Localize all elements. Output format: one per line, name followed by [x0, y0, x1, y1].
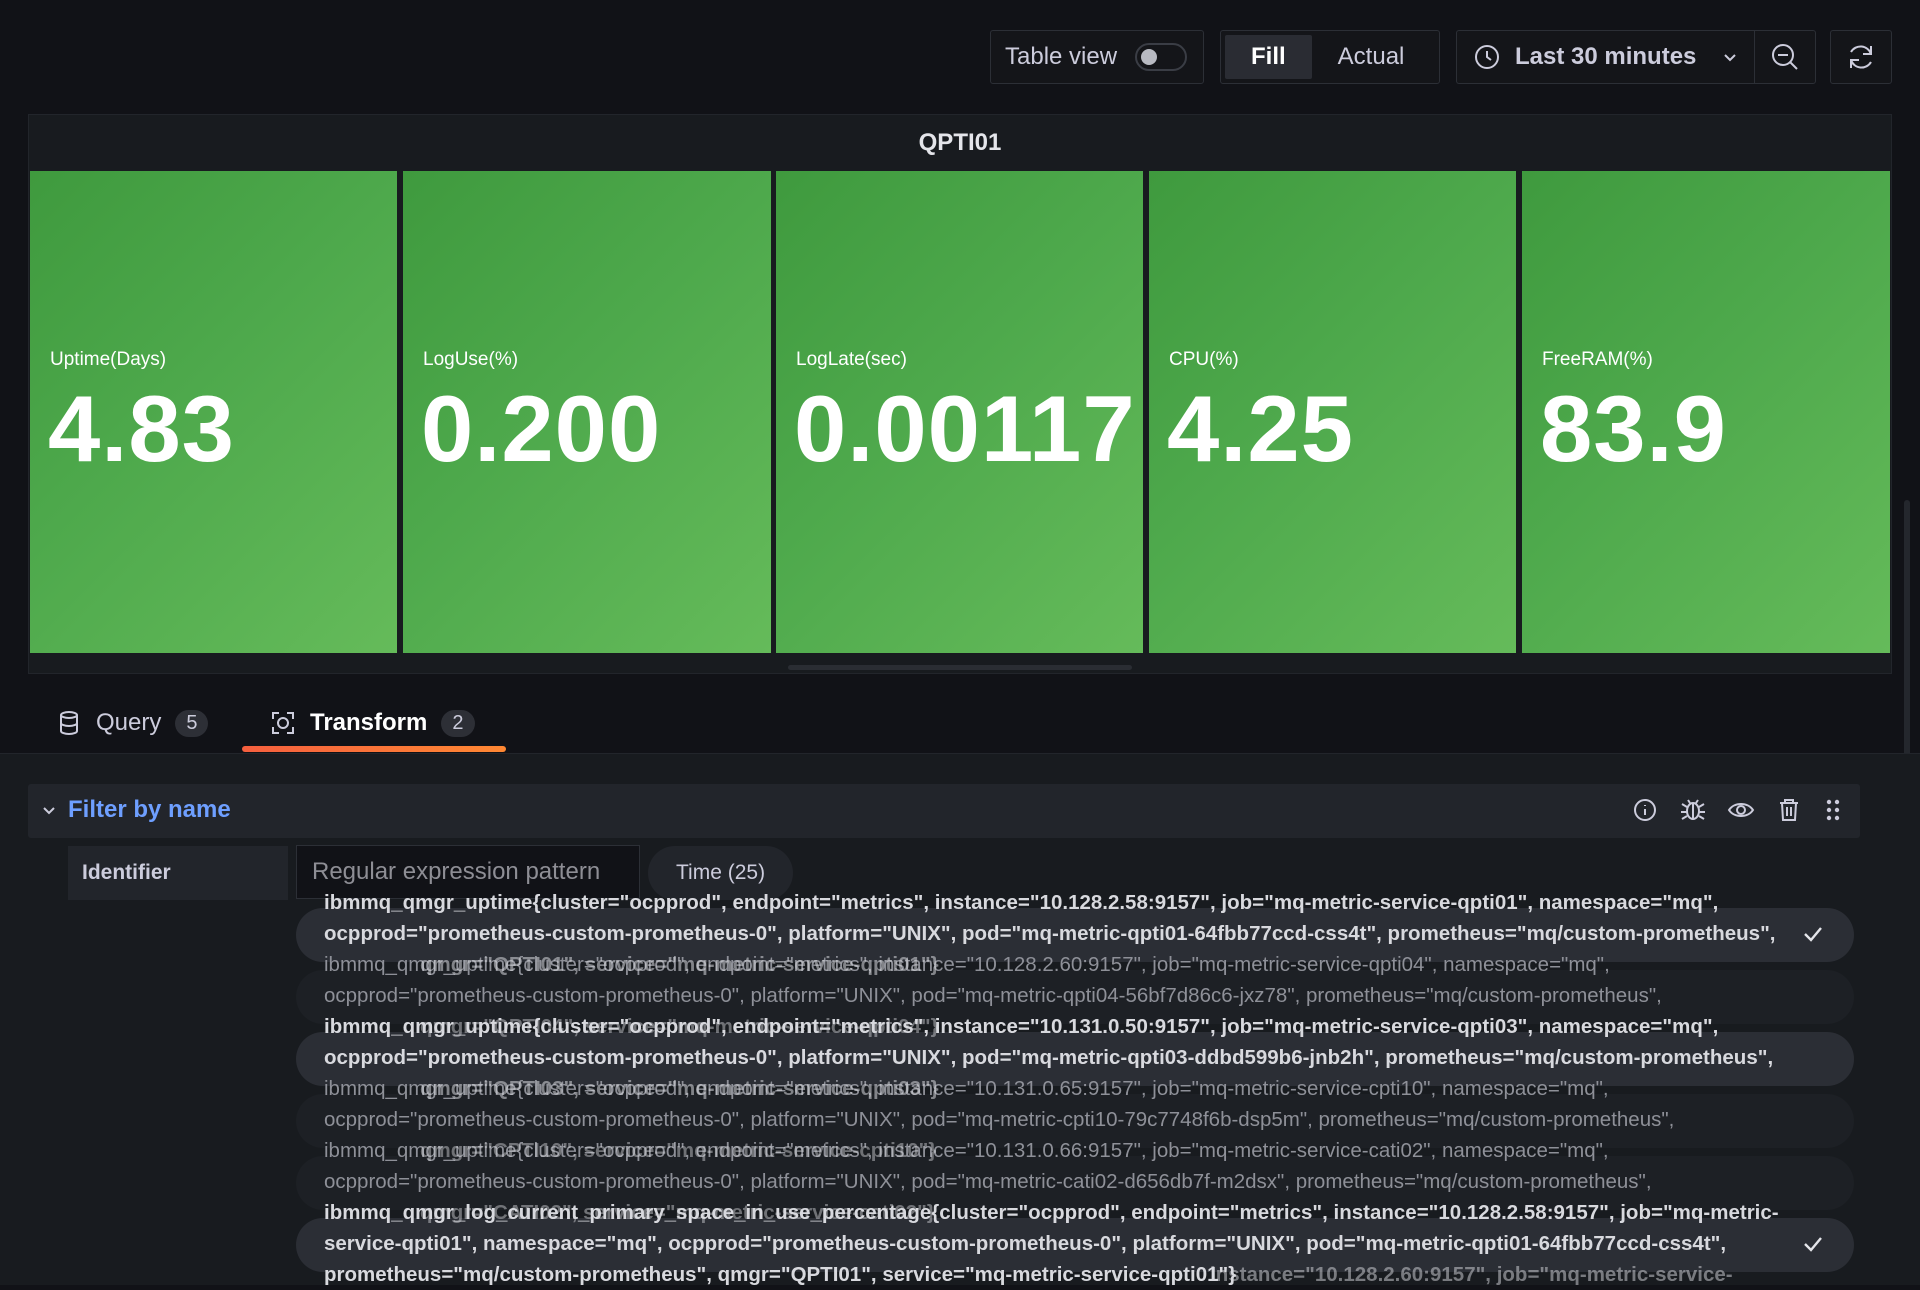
chevron-down-icon	[1724, 54, 1737, 62]
time-range-label: Last 30 minutes	[1515, 43, 1697, 70]
active-tab-indicator	[242, 746, 506, 752]
filter-by-name-title: Filter by name	[68, 796, 231, 823]
fill-button[interactable]: Fill	[1225, 35, 1312, 79]
stat-tile-freeram: FreeRAM(%) 83.9	[1522, 171, 1890, 653]
stat-label: LogLate(sec)	[796, 349, 907, 370]
tab-query[interactable]: Query 5	[58, 700, 209, 746]
tab-transform[interactable]: Transform 2	[270, 700, 475, 746]
field-name-line: service-qpti01", namespace="mq", ocpprod…	[324, 1232, 1727, 1255]
transform-icon	[272, 712, 294, 734]
zoom-out-icon	[1772, 44, 1798, 70]
field-name-overflow: qmgr="QPTI01", service="mq-metric-servic…	[420, 953, 939, 976]
stat-value: 4.83	[48, 376, 235, 481]
panel-resize-handle[interactable]	[788, 665, 1132, 670]
table-view-switch[interactable]	[1135, 43, 1188, 71]
stat-tile-loguse: LogUse(%) 0.200	[403, 171, 771, 653]
stat-value: 4.25	[1167, 376, 1354, 481]
stat-label: FreeRAM(%)	[1542, 349, 1653, 370]
stat-value: 83.9	[1540, 376, 1727, 481]
time-picker[interactable]: Last 30 minutes	[1456, 30, 1756, 84]
field-name-line: ibmmq_qmgr_uptime{cluster="ocpprod", end…	[324, 891, 1719, 914]
field-name-line: ocpprod="prometheus-custom-prometheus-0"…	[324, 1170, 1652, 1193]
stat-value: 0.200	[421, 376, 662, 481]
trash-icon[interactable]	[1774, 795, 1804, 825]
refresh-button[interactable]	[1830, 30, 1892, 84]
info-icon[interactable]	[1630, 795, 1660, 825]
identifier-label: Identifier	[68, 846, 288, 900]
check-icon	[1804, 1237, 1822, 1252]
drag-handle-icon[interactable]	[1818, 795, 1848, 825]
fill-actual-segmented: Fill Actual	[1220, 30, 1440, 84]
field-name-line: ocpprod="prometheus-custom-prometheus-0"…	[324, 1108, 1675, 1131]
field-name-line: ocpprod="prometheus-custom-prometheus-0"…	[324, 984, 1662, 1007]
eye-icon[interactable]	[1726, 795, 1756, 825]
field-name-overflow: qmgr="CATI02", service="mq-metric-servic…	[420, 1201, 935, 1224]
stat-label: CPU(%)	[1169, 349, 1239, 370]
tab-count-badge: 5	[175, 709, 209, 737]
table-view-label: Table view	[1005, 43, 1118, 70]
stat-label: LogUse(%)	[423, 349, 519, 370]
actual-button[interactable]: Actual	[1312, 35, 1431, 79]
bug-icon[interactable]	[1678, 795, 1708, 825]
tab-label: Transform	[310, 709, 428, 736]
database-icon	[60, 711, 78, 735]
check-icon	[1804, 927, 1822, 942]
stat-panel: QPTI01 Uptime(Days) 4.83 LogUse(%) 0.200…	[28, 114, 1892, 674]
tab-label: Query	[96, 709, 162, 736]
field-name-line: ocpprod="prometheus-custom-prometheus-0"…	[324, 922, 1776, 945]
stat-tile-uptime: Uptime(Days) 4.83	[30, 171, 397, 653]
stat-tile-loglate: LogLate(sec) 0.00117	[776, 171, 1143, 653]
table-view-toggle-group[interactable]: Table view	[990, 30, 1204, 84]
field-name-overflow: qmgr="CPTI10", service="mq-metric-servic…	[420, 1139, 937, 1162]
refresh-icon	[1850, 45, 1872, 69]
chevron-down-icon[interactable]	[38, 800, 60, 822]
clock-icon	[1475, 45, 1499, 69]
panel-title: QPTI01	[918, 129, 1002, 156]
stat-label: Uptime(Days)	[50, 349, 167, 370]
tab-count-badge: 2	[441, 709, 475, 737]
zoom-out-button[interactable]	[1754, 30, 1816, 84]
stat-value: 0.00117	[794, 376, 1136, 481]
field-name-overflow: instance="10.128.2.60:9157", job="mq-met…	[1210, 1263, 1733, 1286]
field-name-overflow: qmgr="QPTI04", service="mq-metric-servic…	[420, 1015, 939, 1038]
stat-tile-cpu: CPU(%) 4.25	[1149, 171, 1516, 653]
field-name-line: ocpprod="prometheus-custom-prometheus-0"…	[324, 1046, 1774, 1069]
field-name-overflow: qmgr="QPTI03", service="mq-metric-servic…	[420, 1077, 939, 1100]
field-name-line: prometheus="mq/custom-prometheus", qmgr=…	[324, 1263, 1237, 1286]
filter-by-name-header[interactable]	[28, 784, 1860, 838]
switch-knob	[1141, 49, 1158, 65]
